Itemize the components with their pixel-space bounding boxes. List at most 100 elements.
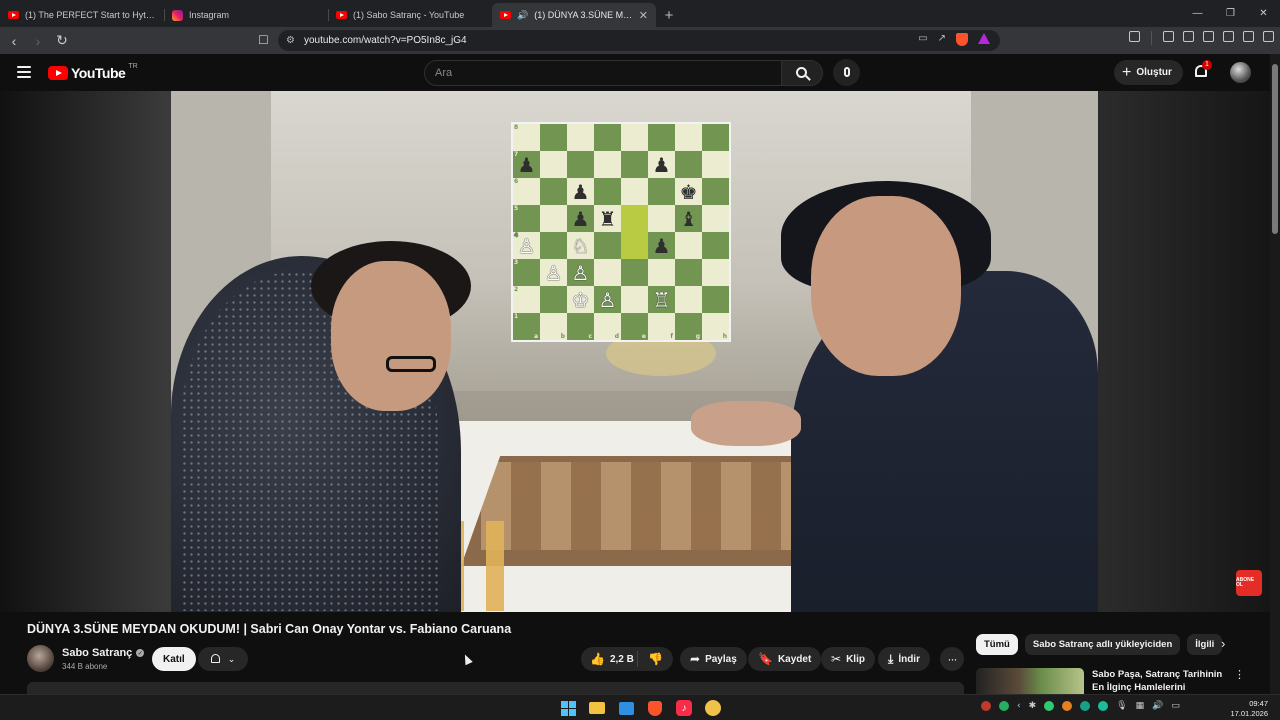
description-box[interactable] — [27, 682, 964, 694]
square-e1: e — [621, 313, 648, 340]
search-input[interactable] — [435, 67, 781, 79]
page-scrollbar[interactable] — [1270, 54, 1280, 694]
brave-rewards-icon[interactable] — [978, 33, 990, 44]
chess-piece: ♙ — [571, 260, 590, 285]
network-icon[interactable]: ▦ — [1136, 701, 1145, 711]
tray-orange-icon[interactable] — [1062, 701, 1073, 711]
file-label: g — [695, 333, 700, 340]
channel-name-row[interactable]: Sabo Satranç ✓ — [62, 647, 145, 659]
chevron-right-icon[interactable]: › — [1221, 636, 1225, 651]
taskbar-brave[interactable] — [645, 698, 665, 718]
square-a2: 2 — [513, 286, 540, 313]
youtube-logo[interactable]: YouTube TR — [48, 63, 138, 81]
share-label: Paylaş — [705, 653, 737, 665]
media-icon[interactable] — [1163, 31, 1174, 42]
player-right-face — [811, 196, 961, 376]
taskbar-store[interactable] — [616, 698, 636, 718]
new-tab-button[interactable]: + — [656, 3, 682, 27]
clip-button[interactable]: ✂ Klip — [821, 647, 875, 671]
square-h6 — [702, 178, 729, 205]
close-tab-icon[interactable]: ✕ — [639, 9, 648, 22]
sidebar-icon[interactable] — [1183, 31, 1194, 42]
share-page-icon[interactable]: ↗ — [938, 33, 946, 46]
recommendation-title[interactable]: Sabo Paşa, Satranç Tarihinin En İlginç H… — [1092, 668, 1227, 694]
screenshot-icon[interactable] — [1129, 31, 1140, 42]
site-info-icon[interactable]: ⚙ — [286, 35, 295, 46]
tray-green-icon[interactable] — [1044, 701, 1055, 711]
forward-button[interactable]: › — [28, 31, 48, 51]
browser-tab-active[interactable]: 🔊 (1) DÜNYA 3.SÜNE MEYDAN ✕ — [492, 3, 656, 27]
url-text[interactable]: youtube.com/watch?v=PO5In8c_jG4 — [304, 35, 467, 46]
like-dislike-group: 👍 2,2 B 👎 — [581, 647, 673, 671]
video-player[interactable]: 8 ♟ 7 ♟ 6 ♟ ♚ 5 ♟ ♜ ♝ ♙ 4 ♘ ♟ 3 ♙ ♙ 2 ♔ ♙ ♖ 1 a b c d e f g h ABONE OL — [0, 91, 1270, 612]
chevron-left-icon[interactable]: ‹ — [1017, 701, 1021, 711]
close-window-button[interactable]: ✕ — [1247, 0, 1280, 27]
bluetooth-icon[interactable]: ✱ — [1029, 701, 1037, 711]
browser-tab-2[interactable]: Instagram — [164, 3, 328, 27]
taskbar-music[interactable]: ♪ — [674, 698, 694, 718]
music-icon: ♪ — [676, 700, 692, 716]
search-button[interactable] — [782, 60, 823, 86]
square-f2: ♖ — [648, 286, 675, 313]
download-button[interactable]: ⤓ İndir — [878, 647, 930, 671]
create-button[interactable]: + Oluştur — [1114, 60, 1183, 85]
folder-icon — [589, 702, 605, 714]
taskbar-file-explorer[interactable] — [587, 698, 607, 718]
account-avatar[interactable] — [1230, 62, 1251, 83]
share-button[interactable]: ➦ Paylaş — [680, 647, 747, 671]
reload-button[interactable]: ↻ — [52, 31, 72, 51]
chip-from-uploader[interactable]: Sabo Satranç adlı yükleyiciden — [1024, 634, 1181, 655]
minimize-button[interactable]: — — [1181, 0, 1214, 27]
recommendation-thumbnail[interactable] — [976, 668, 1084, 694]
dislike-button[interactable]: 👎 — [638, 653, 673, 665]
save-button[interactable]: 🔖 Kaydet — [748, 647, 822, 671]
bookmark-icon[interactable]: ☐ — [258, 33, 269, 47]
address-bar[interactable]: ☐ ⚙ youtube.com/watch?v=PO5In8c_jG4 ▭ ↗ — [258, 30, 1000, 51]
leo-icon[interactable] — [1223, 31, 1234, 42]
square-b3: ♙ — [540, 259, 567, 286]
start-button[interactable] — [558, 698, 578, 718]
square-a1: 1a — [513, 313, 540, 340]
more-actions-button[interactable]: ··· — [940, 647, 964, 671]
subscribe-watermark[interactable]: ABONE OL — [1236, 570, 1262, 596]
microphone-tray-icon[interactable]: 🎙 — [1116, 701, 1127, 711]
speaker-icon[interactable]: 🔊 — [517, 10, 528, 21]
square-b5 — [540, 205, 567, 232]
join-button[interactable]: Katıl — [152, 647, 196, 671]
video-frame[interactable]: 8 ♟ 7 ♟ 6 ♟ ♚ 5 ♟ ♜ ♝ ♙ 4 ♘ ♟ 3 ♙ ♙ 2 ♔ ♙ ♖ 1 a b c d e f g h — [171, 91, 1098, 612]
chess-diagram: 8 ♟ 7 ♟ 6 ♟ ♚ 5 ♟ ♜ ♝ ♙ 4 ♘ ♟ 3 ♙ ♙ 2 ♔ ♙ ♖ 1 a b c d e f g h — [513, 124, 729, 340]
voice-search-button[interactable] — [833, 59, 860, 86]
channel-name[interactable]: Sabo Satranç — [62, 647, 132, 659]
notifications-button[interactable]: 1 — [1193, 60, 1212, 82]
vpn-icon[interactable] — [1243, 31, 1254, 42]
download-label: İndir — [898, 653, 920, 665]
clock[interactable]: 09:47 17.01.2026 — [1226, 699, 1268, 719]
nvidia-icon[interactable] — [999, 701, 1009, 711]
square-g3 — [675, 259, 702, 286]
wallet-icon[interactable] — [1203, 31, 1214, 42]
chip-related[interactable]: İlgili — [1187, 634, 1223, 655]
taskbar-game[interactable] — [703, 698, 723, 718]
tray-teal-icon[interactable] — [1080, 701, 1091, 711]
chip-all[interactable]: Tümü — [976, 634, 1018, 655]
volume-icon[interactable]: 🔊 — [1152, 701, 1163, 711]
guide-menu-icon[interactable] — [17, 66, 31, 78]
browser-tab-3[interactable]: (1) Sabo Satranç - YouTube — [328, 3, 492, 27]
tray-shield-icon[interactable] — [1098, 701, 1109, 711]
tray-app-icon[interactable] — [981, 701, 991, 711]
brave-icon — [648, 700, 662, 716]
back-button[interactable]: ‹ — [4, 31, 24, 51]
scrollbar-thumb[interactable] — [1272, 64, 1278, 234]
brave-shields-icon[interactable] — [956, 33, 968, 46]
clock-time: 09:47 — [1249, 699, 1268, 708]
like-button[interactable]: 👍 2,2 B — [581, 651, 638, 667]
restore-button[interactable]: ❐ — [1214, 0, 1247, 27]
subscription-notifications-button[interactable]: ⌄ — [198, 647, 248, 671]
channel-avatar[interactable] — [27, 645, 54, 672]
menu-icon[interactable] — [1263, 31, 1274, 42]
battery-icon[interactable]: ▭ — [1171, 701, 1180, 711]
cast-icon[interactable]: ▭ — [918, 33, 927, 46]
more-vert-icon[interactable]: ⋮ — [1234, 668, 1245, 681]
browser-tab-1[interactable]: (1) The PERFECT Start to Hytale - You — [0, 3, 164, 27]
windows-icon — [560, 700, 576, 716]
